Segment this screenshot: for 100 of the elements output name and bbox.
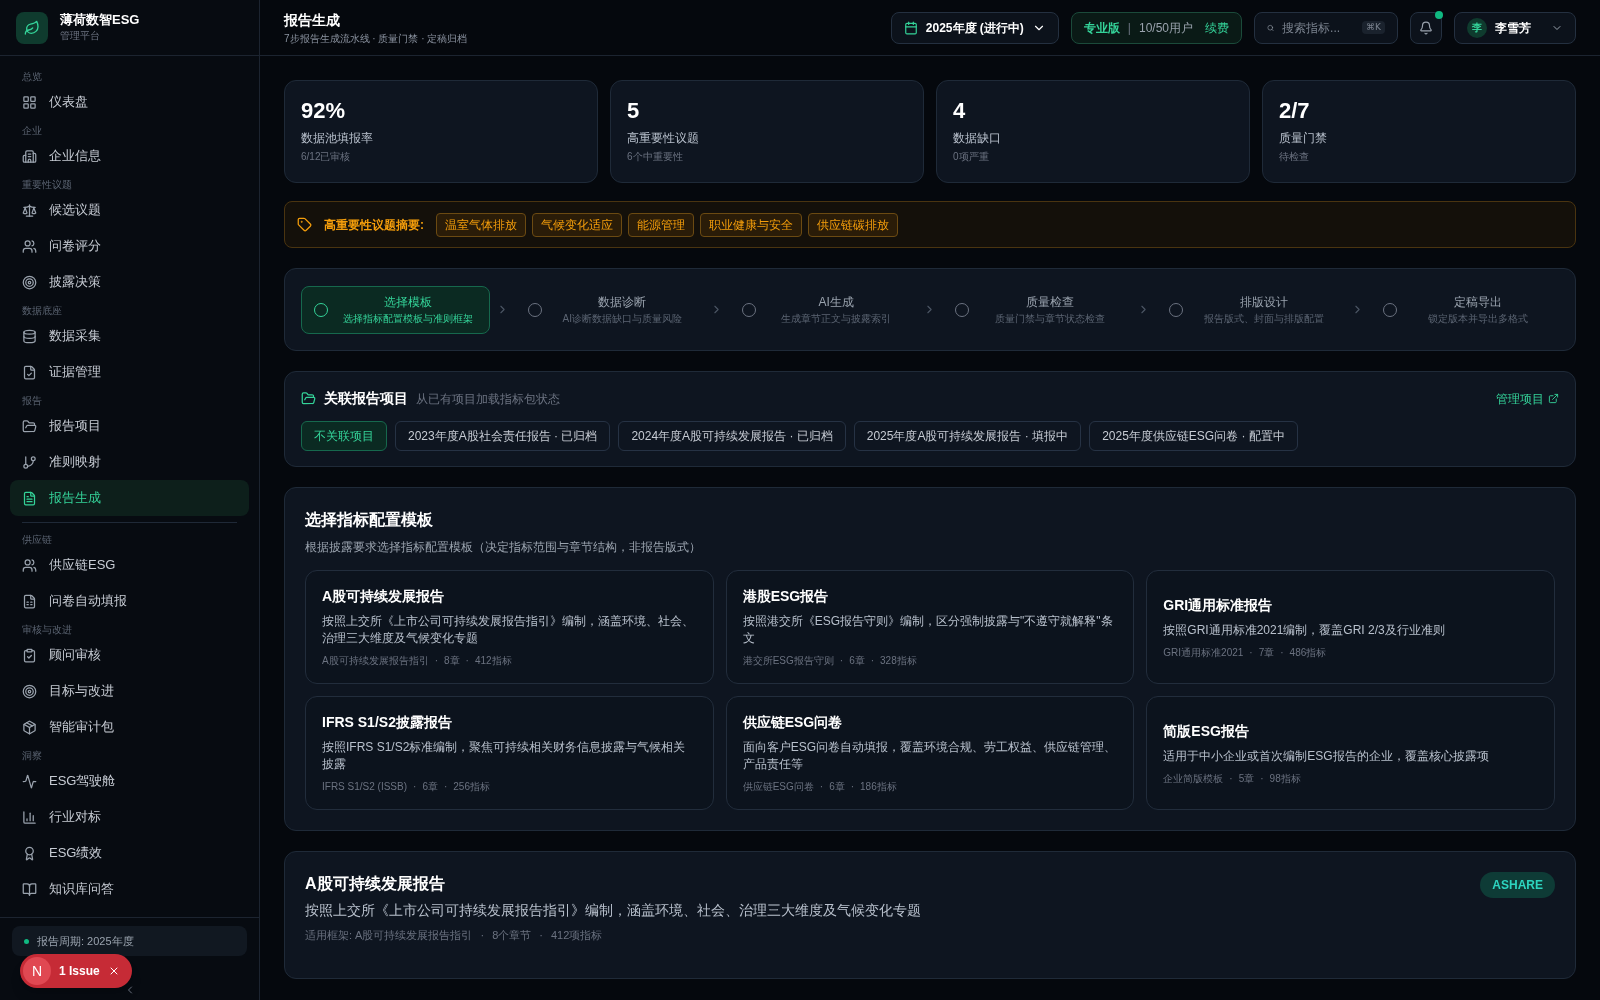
nav-item[interactable]: 候选议题 (10, 192, 249, 228)
nav-item[interactable]: 供应链ESG (10, 547, 249, 583)
step-item[interactable]: 定稿导出 锁定版本并导出多格式 (1370, 285, 1559, 334)
framework-badge: ASHARE (1480, 872, 1555, 898)
stat-sub: 6个中重要性 (627, 150, 684, 164)
nav-item[interactable]: 披露决策 (10, 264, 249, 300)
step-item[interactable]: 选择模板 选择指标配置模板与准则框架 (301, 285, 490, 334)
nav-icon (22, 418, 37, 434)
nav-icon (22, 773, 37, 789)
external-link-icon (1548, 393, 1559, 404)
folder-icon (301, 391, 316, 406)
search-input[interactable]: 搜索指标... (1282, 18, 1355, 37)
template-meta: 6章 (422, 780, 438, 794)
template-card[interactable]: 供应链ESG问卷 面向客户ESG问卷自动填报，覆盖环境合规、劳工权益、供应链管理、产品责任等 供应链ESG问卷 · 6章 · 186指标 (725, 696, 1135, 810)
template-meta: 256指标 (453, 780, 490, 794)
tag-icon (297, 217, 312, 232)
nav-icon (22, 274, 37, 290)
project-chip[interactable]: 2025年度供应链ESG问卷 · 配置中 (1089, 421, 1298, 451)
template-meta: 98指标 (1269, 771, 1301, 786)
nav-item[interactable]: 智能审计包 (10, 709, 249, 745)
nav-icon (22, 557, 37, 573)
nav-item[interactable]: 问卷自动填报 (10, 583, 249, 619)
panel-title: 关联报告项目 (324, 389, 408, 408)
stat-value: 5 (627, 97, 641, 125)
logo-icon (16, 11, 48, 44)
section-label: 企业 (21, 124, 43, 138)
meta-dot: · (480, 928, 485, 943)
section-label: 总览 (21, 70, 43, 84)
nav-item[interactable]: 报告项目 (10, 408, 249, 444)
nav-item[interactable]: 问卷评分 (10, 228, 249, 264)
template-title: 供应链ESG问卷 (742, 713, 844, 732)
nav-item[interactable]: 知识库问答 (10, 871, 249, 907)
stat-sub: 6/12已审核 (301, 150, 352, 164)
nav-item[interactable]: 报告生成 (10, 480, 249, 516)
nav-item[interactable]: 数据采集 (10, 318, 249, 354)
template-card[interactable]: IFRS S1/S2披露报告 按照IFRS S1/S2标准编制，聚焦可持续相关财务信息披露与气候相关披露 IFRS S1/S2 (ISSB) · 6章 · 256指标 (305, 696, 714, 810)
panel-hint: 从已有项目加载指标包状态 (416, 390, 560, 408)
section-label: 重要性议题 (21, 178, 73, 192)
nav-item[interactable]: 行业对标 (10, 799, 249, 835)
section-label: 供应链 (21, 533, 53, 547)
project-chip[interactable]: 不关联项目 (301, 421, 387, 451)
step-item[interactable]: 数据诊断 AI诊断数据缺口与质量风险 (514, 285, 704, 334)
meta-dot: · (1229, 771, 1233, 786)
template-title: A股可持续发展报告 (322, 587, 446, 606)
issue-label: 1 Issue (59, 963, 100, 980)
template-meta: 6章 (849, 654, 865, 668)
nav-item[interactable]: 仪表盘 (10, 84, 249, 120)
step-item[interactable]: AI生成 生成章节正文与披露索引 (728, 285, 918, 334)
detail-meta: 8个章节 (492, 928, 532, 943)
issue-badge[interactable]: N 1 Issue (20, 954, 132, 988)
panel-title: 选择指标配置模板 (305, 510, 434, 530)
project-chip[interactable]: 2023年度A股社会责任报告 · 已归档 (395, 421, 611, 451)
template-title: IFRS S1/S2披露报告 (322, 713, 453, 732)
nav-item[interactable]: 顾问审核 (10, 637, 249, 673)
nav-icon (22, 647, 37, 663)
template-card[interactable]: GRI通用标准报告 按照GRI通用标准2021编制，覆盖GRI 2/3及行业准则 GRI通用标准2021 · 7章 · 486指标 (1146, 570, 1555, 684)
step-subtitle: 质量门禁与章节状态检查 (994, 312, 1105, 326)
brand-name: 薄荷数智ESG (60, 12, 140, 28)
step-item[interactable]: 质量检查 质量门禁与章节状态检查 (942, 285, 1132, 334)
nav-item[interactable]: 目标与改进 (10, 673, 249, 709)
plan-name: 专业版 (1083, 19, 1120, 37)
nav-item[interactable]: 企业信息 (10, 138, 249, 174)
nav-icon (22, 328, 37, 344)
section-label: 报告 (21, 394, 43, 408)
nav-item[interactable]: ESG驾驶舱 (10, 763, 249, 799)
manage-link[interactable]: 管理项目 (1496, 389, 1559, 408)
step-subtitle: 生成章节正文与披露索引 (781, 312, 892, 326)
nav-item[interactable]: ESG绩效 (10, 835, 249, 871)
nav-item[interactable]: 证据管理 (10, 354, 249, 390)
nav-icon (22, 364, 37, 380)
panel-subtitle: 根据披露要求选择指标配置模板（决定指标范围与章节结构，非报告版式） (305, 539, 702, 556)
detail-meta: 412项指标 (550, 928, 603, 943)
detail-description: 按照上交所《上市公司可持续发展报告指引》编制，涵盖环境、社会、治理三大维度及气候变化专题 (305, 901, 922, 920)
template-card[interactable]: A股可持续发展报告 按照上交所《上市公司可持续发展报告指引》编制，涵盖环境、社会、治理三大维度及气候变化专题 A股可持续发展报告指引 · 8章 · 412指标 (305, 570, 714, 684)
template-meta: 8章 (444, 654, 460, 668)
stat-label: 质量门禁 (1279, 130, 1328, 147)
step-title: 质量检查 (1025, 294, 1074, 311)
step-title: 排版设计 (1239, 294, 1288, 311)
nav-icon (22, 490, 37, 506)
meta-dot: · (1280, 645, 1284, 660)
template-meta: 港交所ESG报告守则 (742, 654, 834, 668)
stat-sub: 待检查 (1279, 150, 1310, 164)
project-chip[interactable]: 2024年度A股可持续发展报告 · 已归档 (618, 421, 846, 451)
nav-icon (22, 881, 37, 897)
template-card[interactable]: 港股ESG报告 按照港交所《ESG报告守则》编制，区分强制披露与"不遵守就解释"条文 港交所ESG报告守则 · 6章 · 328指标 (725, 570, 1135, 684)
page-title: 报告生成 (284, 10, 341, 30)
step-item[interactable]: 排版设计 报告版式、封面与排版配置 (1156, 285, 1346, 334)
template-meta: GRI通用标准2021 (1163, 645, 1244, 660)
renew-link[interactable]: 续费 (1205, 18, 1229, 37)
notification-button[interactable] (1410, 11, 1442, 44)
stat-label: 数据缺口 (953, 130, 1002, 147)
year-dropdown[interactable]: 2025年度 (进行中) (890, 11, 1059, 44)
user-menu[interactable]: 李 李雪芳 (1454, 11, 1576, 44)
nav-item[interactable]: 准则映射 (10, 444, 249, 480)
template-meta: A股可持续发展报告指引 (322, 654, 429, 668)
template-card[interactable]: 简版ESG报告 适用于中小企业或首次编制ESG报告的企业，覆盖核心披露项 企业简版模板 · 5章 · 98指标 (1146, 696, 1555, 810)
project-chip[interactable]: 2025年度A股可持续发展报告 · 填报中 (853, 421, 1082, 451)
template-title: GRI通用标准报告 (1163, 595, 1274, 615)
issue-letter: N (23, 957, 51, 985)
search-field[interactable]: 搜索指标... ⌘K (1254, 11, 1398, 44)
